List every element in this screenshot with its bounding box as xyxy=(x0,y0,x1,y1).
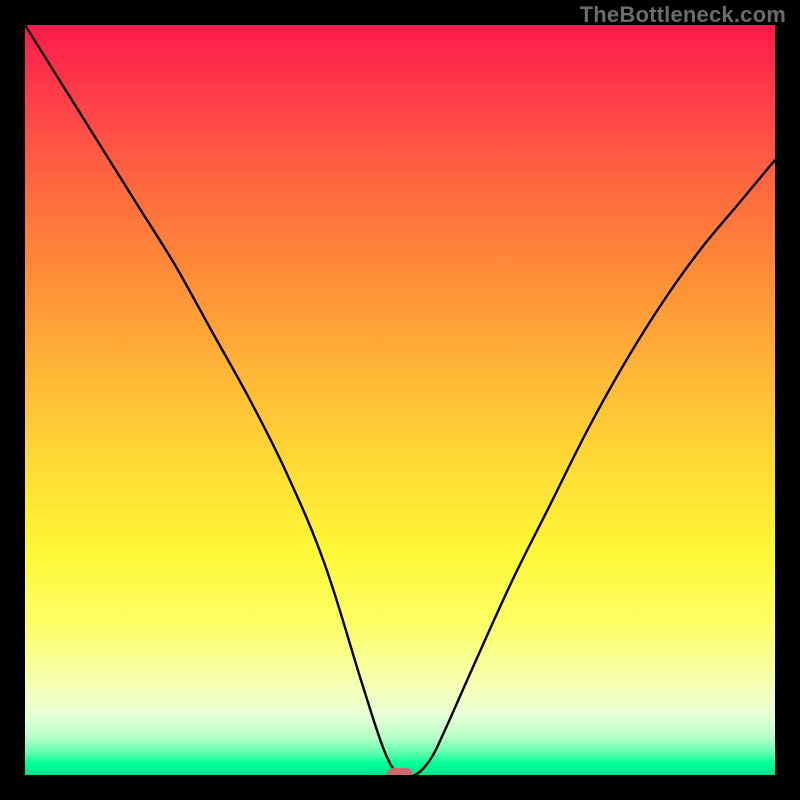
plot-area xyxy=(25,25,775,775)
optimal-point-marker xyxy=(387,768,413,775)
chart-frame: TheBottleneck.com xyxy=(0,0,800,800)
watermark-text: TheBottleneck.com xyxy=(580,2,786,28)
bottleneck-curve xyxy=(25,25,775,775)
